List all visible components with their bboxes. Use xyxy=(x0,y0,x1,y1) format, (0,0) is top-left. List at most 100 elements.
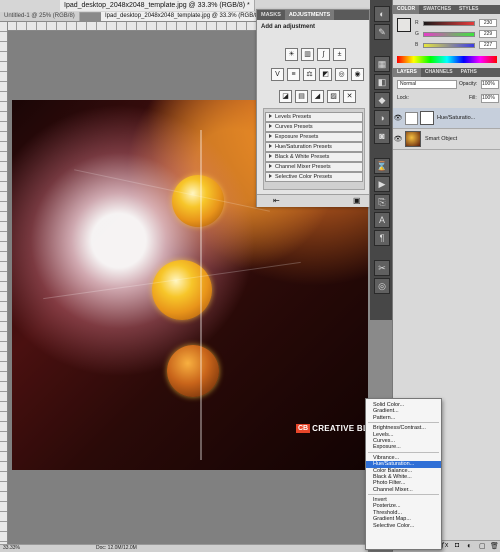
adjustment-icon-row-2: V ≡ ⚖ ◩ ◎ ◉ xyxy=(271,68,364,81)
layer-row-hue-saturation[interactable]: 👁 Hue/Saturatio... xyxy=(393,108,500,129)
black-white-icon[interactable]: ◩ xyxy=(319,68,332,81)
tab-masks[interactable]: MASKS xyxy=(257,10,285,20)
styles-icon[interactable]: ◆ xyxy=(374,92,390,108)
tool-presets-icon[interactable]: ✂ xyxy=(374,260,390,276)
menu-item-channel-mixer[interactable]: Channel Mixer... xyxy=(366,487,441,493)
color-balance-icon[interactable]: ⚖ xyxy=(303,68,316,81)
exposure-icon[interactable]: ± xyxy=(333,48,346,61)
posterize-icon[interactable]: ▤ xyxy=(295,90,308,103)
tab-layers[interactable]: LAYERS xyxy=(393,68,421,77)
blue-track[interactable] xyxy=(423,42,475,48)
photo-filter-icon[interactable]: ◎ xyxy=(335,68,348,81)
light-ray-vertical xyxy=(200,130,202,460)
color-panel-tabs: COLOR SWATCHES STYLES xyxy=(393,5,500,14)
expand-triangle-icon xyxy=(269,124,272,128)
history-icon[interactable]: ⌛ xyxy=(374,158,390,174)
layers-panel-icon[interactable]: ◧ xyxy=(374,74,390,90)
layer-mask-thumbnail[interactable] xyxy=(420,111,434,125)
fill-field[interactable]: 100% xyxy=(481,94,499,103)
panel-options-icon[interactable]: ▣ xyxy=(353,196,361,205)
return-to-list-icon[interactable]: ⇤ xyxy=(273,196,280,205)
fx-icon[interactable]: ƒx xyxy=(441,542,448,549)
doc-tab-ipad-template[interactable]: Ipad_desktop_2048x2048_template.jpg @ 33… xyxy=(101,12,266,21)
adjustment-layer-thumbnail xyxy=(405,111,418,125)
preset-channel-mixer[interactable]: Channel Mixer Presets xyxy=(265,162,363,172)
tab-paths[interactable]: PATHS xyxy=(457,68,481,77)
tab-swatches[interactable]: SWATCHES xyxy=(419,5,455,14)
menu-item-pattern[interactable]: Pattern... xyxy=(366,415,441,421)
levels-icon[interactable]: ▥ xyxy=(301,48,314,61)
adjustments-panel-tabs: MASKS ADJUSTMENTS xyxy=(257,10,369,20)
tab-color[interactable]: COLOR xyxy=(393,5,420,14)
red-track[interactable] xyxy=(423,20,475,26)
new-layer-icon[interactable]: ▢ xyxy=(479,542,486,550)
panel-icon-strip: ◐ ✎ ▦ ◧ ◆ ◑ ◙ ⌛ ▶ ⎘ A ¶ ✂ ◎ xyxy=(370,0,392,320)
actions-icon[interactable]: ▶ xyxy=(374,176,390,192)
gradient-map-icon[interactable]: ▨ xyxy=(327,90,340,103)
threshold-icon[interactable]: ◢ xyxy=(311,90,324,103)
fill-label: Fill: xyxy=(469,95,477,101)
expand-triangle-icon xyxy=(269,174,272,178)
menu-item-selective-color[interactable]: Selective Color... xyxy=(366,523,441,529)
opacity-field[interactable]: 100% xyxy=(481,80,499,89)
tab-adjustments[interactable]: ADJUSTMENTS xyxy=(284,10,335,20)
ruler-left xyxy=(0,22,8,544)
preset-curves[interactable]: Curves Presets xyxy=(265,122,363,132)
channel-mixer-icon[interactable]: ◉ xyxy=(351,68,364,81)
eye-icon[interactable]: 👁 xyxy=(393,114,403,122)
blend-mode-select[interactable]: Normal xyxy=(397,80,457,89)
color-panel-icon[interactable]: ◐ xyxy=(374,6,390,22)
selective-color-icon[interactable]: ✕ xyxy=(343,90,356,103)
layers-panel-tabs: LAYERS CHANNELS PATHS xyxy=(393,68,500,77)
curves-icon[interactable]: ∫ xyxy=(317,48,330,61)
preset-levels[interactable]: Levels Presets xyxy=(265,112,363,122)
masks-icon[interactable]: ◙ xyxy=(374,128,390,144)
add-mask-icon[interactable]: ◘ xyxy=(455,542,459,549)
vibrance-icon[interactable]: V xyxy=(271,68,284,81)
preset-hue-saturation[interactable]: Hue/Saturation Presets xyxy=(265,142,363,152)
adjustment-icon-row-1: ☀ ▥ ∫ ± xyxy=(285,48,346,61)
red-value[interactable]: 230 xyxy=(479,19,497,27)
swatches-icon[interactable]: ▦ xyxy=(374,56,390,72)
expand-triangle-icon xyxy=(269,154,272,158)
blue-value[interactable]: 227 xyxy=(479,41,497,49)
smart-object-thumbnail xyxy=(405,131,421,147)
new-adjustment-layer-icon[interactable]: ◐ xyxy=(467,541,472,550)
character-icon[interactable]: A xyxy=(374,212,390,228)
blue-slider[interactable]: B 227 xyxy=(415,41,499,49)
layer-row-smart-object[interactable]: 👁 Smart Object xyxy=(393,129,500,150)
brush-icon[interactable]: ✎ xyxy=(374,24,390,40)
adjustments-icon[interactable]: ◑ xyxy=(374,110,390,126)
trash-icon[interactable]: 🗑 xyxy=(490,542,499,550)
preset-exposure[interactable]: Exposure Presets xyxy=(265,132,363,142)
hue-saturation-icon[interactable]: ≡ xyxy=(287,68,300,81)
layer-name[interactable]: Hue/Saturatio... xyxy=(437,115,475,121)
color-spectrum-bar[interactable] xyxy=(397,56,497,63)
invert-icon[interactable]: ◪ xyxy=(279,90,292,103)
green-track[interactable] xyxy=(423,31,475,37)
brightness-icon[interactable]: ☀ xyxy=(285,48,298,61)
doc-tab-active[interactable]: Ipad_desktop_2048x2048_template.jpg @ 33… xyxy=(60,0,255,11)
layer-name[interactable]: Smart Object xyxy=(425,136,457,142)
expand-triangle-icon xyxy=(269,164,272,168)
foreground-color-swatch[interactable] xyxy=(397,18,411,32)
tab-styles[interactable]: STYLES xyxy=(455,5,482,14)
preset-black-white[interactable]: Black & White Presets xyxy=(265,152,363,162)
logo-badge: CB xyxy=(296,423,311,433)
green-slider[interactable]: G 229 xyxy=(415,30,499,38)
eye-icon[interactable]: 👁 xyxy=(393,135,403,143)
red-slider[interactable]: R 230 xyxy=(415,19,499,27)
tab-channels[interactable]: CHANNELS xyxy=(421,68,457,77)
green-value[interactable]: 229 xyxy=(479,30,497,38)
clone-source-icon[interactable]: ⎘ xyxy=(374,194,390,210)
expand-triangle-icon xyxy=(269,144,272,148)
expand-triangle-icon xyxy=(269,114,272,118)
menu-item-exposure[interactable]: Exposure... xyxy=(366,444,441,450)
opacity-label: Opacity: xyxy=(459,81,478,87)
paragraph-icon[interactable]: ¶ xyxy=(374,230,390,246)
add-adjustment-title: Add an adjustment xyxy=(261,24,316,30)
adjustments-panel-footer: ⇤ ▣ xyxy=(257,194,369,207)
preset-selective-color[interactable]: Selective Color Presets xyxy=(265,172,363,182)
doc-tab-untitled[interactable]: Untitled-1 @ 25% (RGB/8) xyxy=(0,12,80,21)
3d-icon[interactable]: ◎ xyxy=(374,278,390,294)
